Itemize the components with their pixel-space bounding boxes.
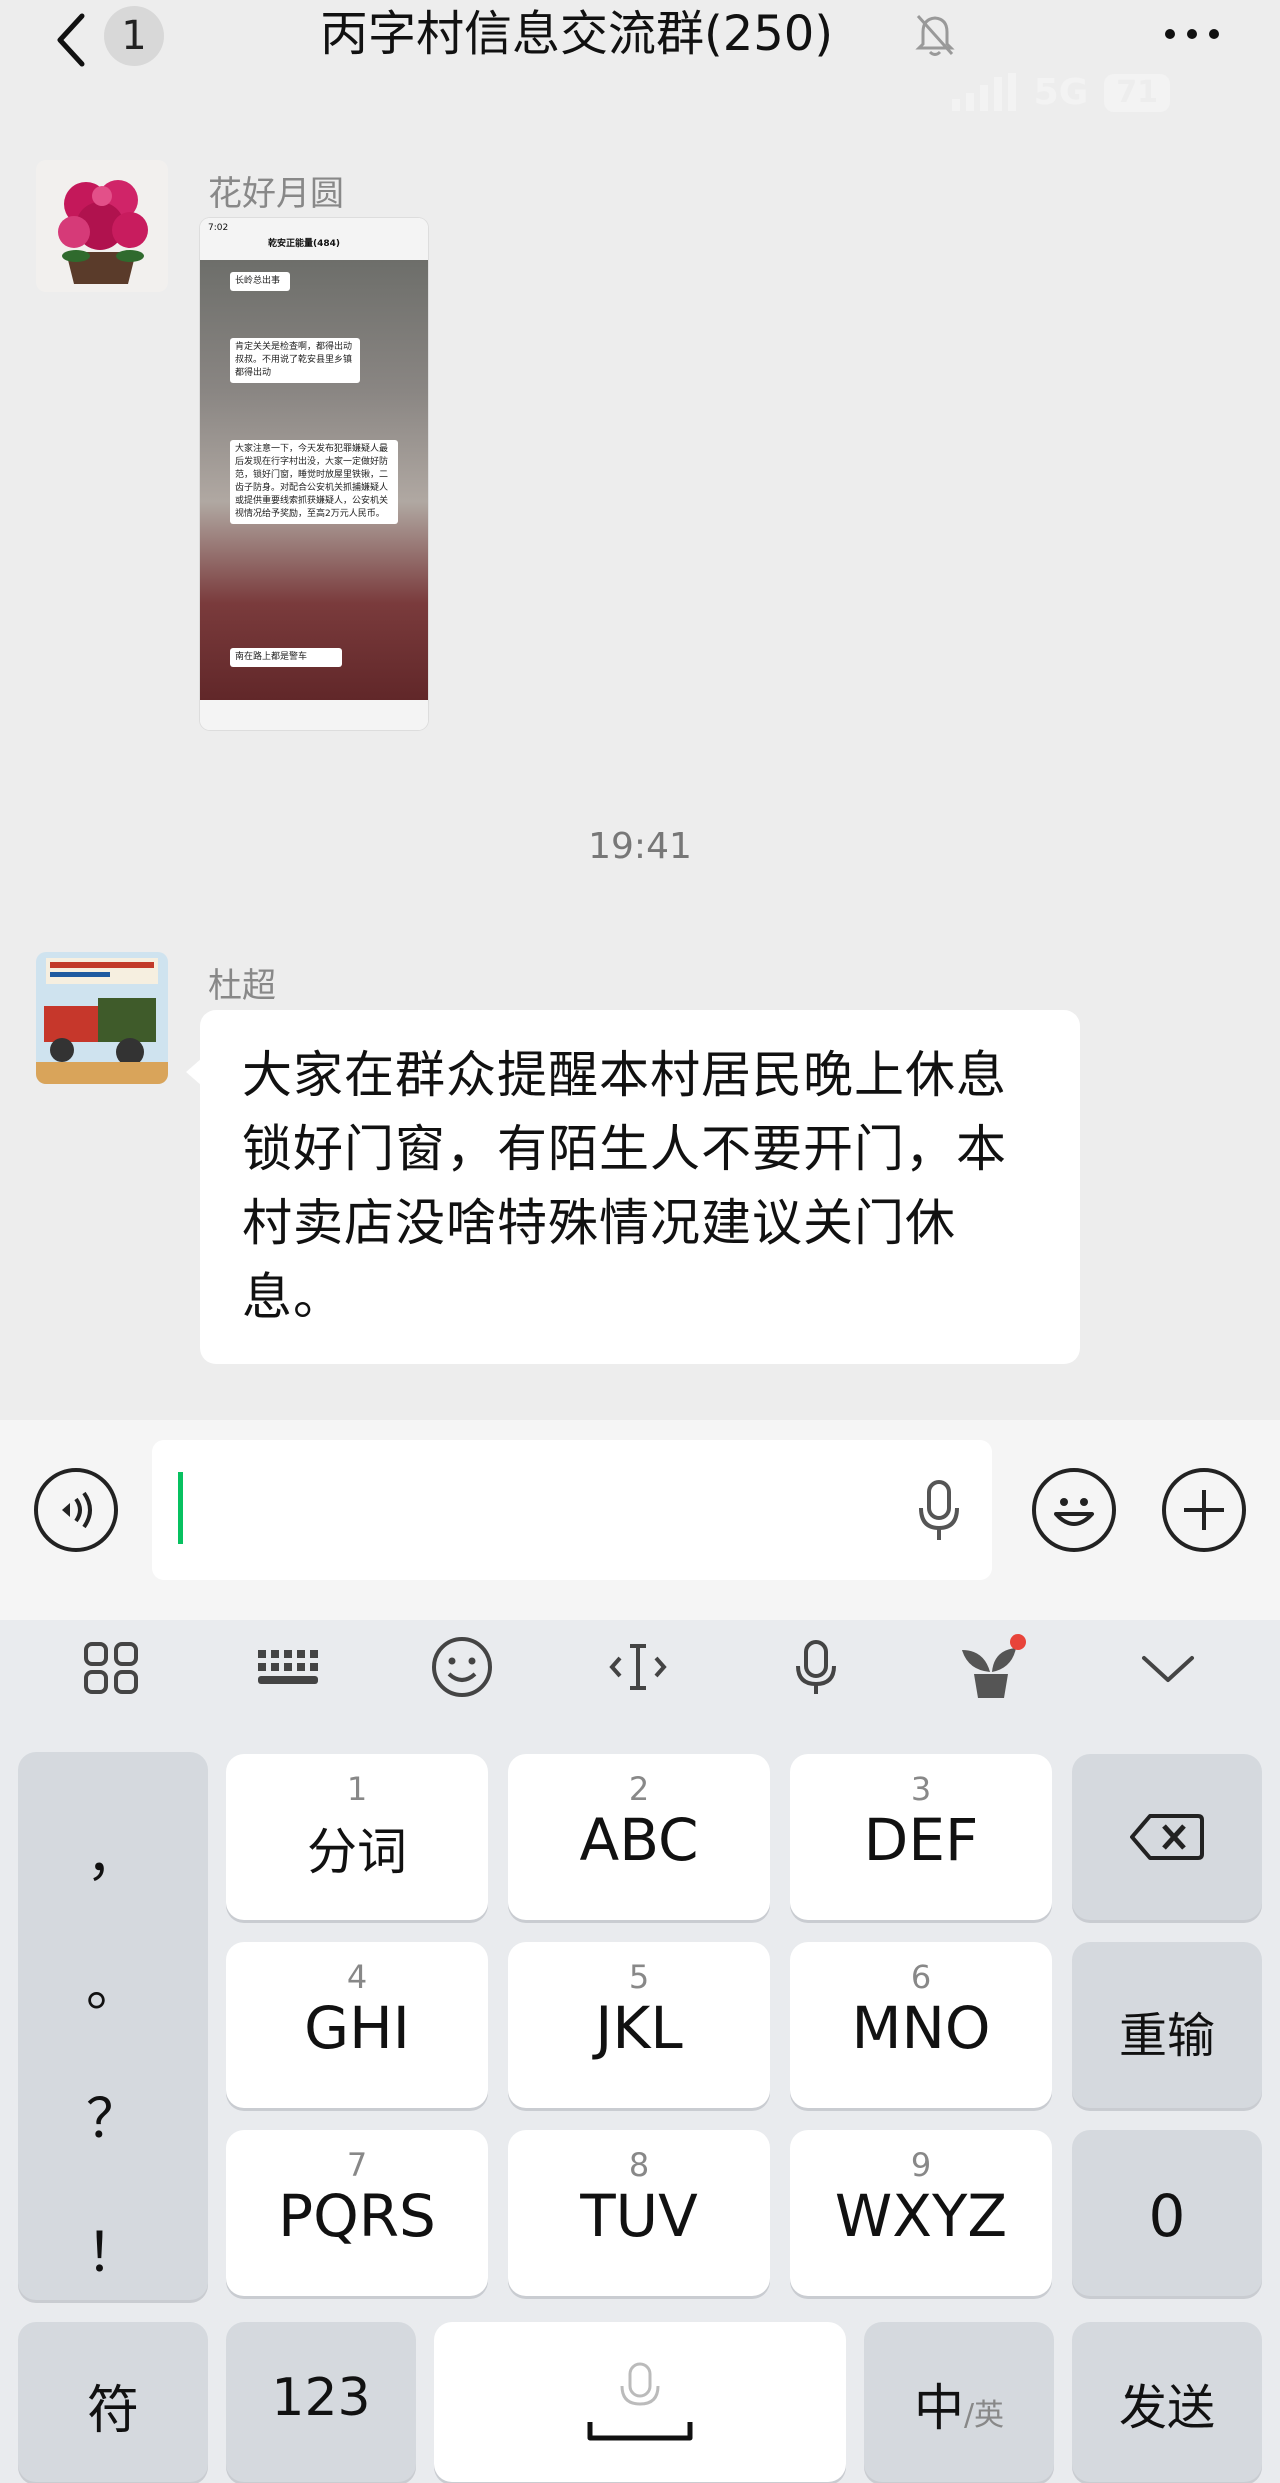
microphone-icon[interactable] bbox=[912, 1478, 966, 1544]
language-label: 中/英 bbox=[864, 2368, 1054, 2440]
key-number: 9 bbox=[910, 2146, 932, 2184]
key-2[interactable]: 2 ABC bbox=[508, 1754, 770, 1920]
voice-toggle-button[interactable] bbox=[34, 1468, 118, 1552]
lang-main: 中 bbox=[913, 2379, 964, 2437]
punctuation-column[interactable]: ， 。 ？ ！ bbox=[18, 1752, 208, 2300]
key-label: WXYZ bbox=[834, 2182, 1008, 2250]
key-8[interactable]: 8 TUV bbox=[508, 2130, 770, 2296]
smiley-icon bbox=[1054, 1498, 1094, 1526]
sender-name: 杜超 bbox=[208, 966, 276, 1006]
retype-key[interactable]: 重输 bbox=[1072, 1942, 1262, 2108]
key-label: PQRS bbox=[278, 2182, 436, 2250]
battery-level: 71 bbox=[1104, 73, 1170, 112]
key-7[interactable]: 7 PQRS bbox=[226, 2130, 488, 2296]
key-number: 8 bbox=[628, 2146, 650, 2184]
send-key[interactable]: 发送 bbox=[1072, 2322, 1262, 2482]
key-6[interactable]: 6 MNO bbox=[790, 1942, 1052, 2108]
key-label: MNO bbox=[851, 1994, 991, 2062]
status-bar: 5G 71 bbox=[950, 72, 1170, 113]
bell-off-icon bbox=[915, 14, 955, 56]
key-label: 发送 bbox=[1118, 2380, 1215, 2436]
thumb-title: 乾安正能量(484) bbox=[268, 239, 341, 249]
key-5[interactable]: 5 JKL bbox=[508, 1942, 770, 2108]
delete-key[interactable] bbox=[1072, 1754, 1262, 1920]
chat-header: 1 丙字村信息交流群(250) 5G 71 bbox=[0, 0, 1280, 140]
key-label: JKL bbox=[595, 1994, 683, 2062]
key-label: DEF bbox=[863, 1806, 979, 1874]
key-number: 3 bbox=[910, 1770, 932, 1808]
grid-icon[interactable] bbox=[80, 1632, 144, 1702]
key-label: ABC bbox=[579, 1806, 699, 1874]
language-key[interactable]: 中/英 bbox=[864, 2322, 1054, 2482]
punct-key[interactable]: ！ bbox=[18, 2208, 208, 2287]
plant-icon[interactable] bbox=[956, 1632, 1028, 1702]
sender-name: 花好月圆 bbox=[208, 174, 344, 214]
thumb-input-bar bbox=[200, 700, 428, 730]
chat-timestamp: 19:41 bbox=[588, 826, 692, 867]
thumb-time: 7:02 bbox=[208, 223, 229, 233]
avatar[interactable] bbox=[36, 160, 168, 292]
punct-key[interactable]: ？ bbox=[18, 2074, 208, 2153]
avatar[interactable] bbox=[36, 952, 168, 1084]
space-key[interactable] bbox=[434, 2322, 846, 2482]
lang-alt: /英 bbox=[963, 2398, 1005, 2433]
flower-avatar-icon bbox=[36, 160, 168, 292]
key-0[interactable]: 0 bbox=[1072, 2130, 1262, 2296]
key-number: 7 bbox=[346, 2146, 368, 2184]
symbol-key[interactable]: 符 bbox=[18, 2322, 208, 2482]
punct-key[interactable]: ， bbox=[18, 1812, 208, 1891]
plus-icon bbox=[1184, 1490, 1224, 1530]
backspace-icon bbox=[1130, 1814, 1204, 1860]
key-9[interactable]: 9 WXYZ bbox=[790, 2130, 1052, 2296]
network-type: 5G bbox=[1033, 72, 1089, 113]
key-label: 0 bbox=[1148, 2182, 1186, 2250]
image-message[interactable]: 7:02 乾安正能量(484) 长岭总出事 肯定关关是检查啊，都得出动叔叔。不用… bbox=[200, 218, 428, 730]
text-message[interactable]: 大家在群众提醒本村居民晚上休息锁好门窗，有陌生人不要开门，本村卖店没啥特殊情况建… bbox=[200, 1010, 1080, 1364]
key-1[interactable]: 1 分词 bbox=[226, 1754, 488, 1920]
key-4[interactable]: 4 GHI bbox=[226, 1942, 488, 2108]
message-input[interactable] bbox=[152, 1440, 992, 1580]
thumb-message: 大家注意一下，今天发布犯罪嫌疑人最后发现在行字村出没，大家一定做好防范，锁好门窗… bbox=[230, 440, 398, 524]
key-number: 4 bbox=[346, 1958, 368, 1996]
signal-icon bbox=[951, 72, 1016, 111]
numbers-key[interactable]: 123 bbox=[226, 2322, 416, 2482]
key-number: 1 bbox=[346, 1770, 368, 1808]
thumb-message: 肯定关关是检查啊，都得出动叔叔。不用说了乾安县里乡镇都得出动 bbox=[230, 338, 360, 383]
keyboard-icon[interactable] bbox=[254, 1632, 324, 1702]
text-caret bbox=[178, 1472, 183, 1544]
punct-key[interactable]: 。 bbox=[18, 1942, 208, 2021]
chat-title: 丙字村信息交流群(250) bbox=[320, 6, 834, 62]
key-3[interactable]: 3 DEF bbox=[790, 1754, 1052, 1920]
key-label: TUV bbox=[580, 2182, 698, 2250]
key-number: 2 bbox=[628, 1770, 650, 1808]
harvester-avatar-icon bbox=[36, 952, 168, 1084]
more-dots-icon[interactable] bbox=[1160, 14, 1224, 54]
voice-wave-icon bbox=[62, 1491, 92, 1529]
emoji-button[interactable] bbox=[1032, 1468, 1116, 1552]
add-button[interactable] bbox=[1162, 1468, 1246, 1552]
back-chevron-icon[interactable] bbox=[48, 8, 96, 72]
microphone-icon[interactable] bbox=[784, 1632, 848, 1702]
emoji-icon[interactable] bbox=[430, 1632, 494, 1702]
cursor-icon[interactable] bbox=[606, 1632, 670, 1702]
key-label: 分词 bbox=[307, 1823, 407, 1881]
chevron-down-icon[interactable] bbox=[1136, 1632, 1200, 1702]
space-mic-icon bbox=[587, 2362, 693, 2441]
thumb-message: 南在路上都是警车 bbox=[230, 648, 342, 667]
thumb-status: 7:02 乾安正能量(484) bbox=[200, 218, 428, 260]
key-number: 6 bbox=[910, 1958, 932, 1996]
key-label: GHI bbox=[304, 1994, 410, 2062]
key-label: 符 bbox=[86, 2381, 139, 2441]
unread-count-badge[interactable]: 1 bbox=[104, 6, 164, 66]
key-label: 重输 bbox=[1118, 2008, 1215, 2064]
key-label: 123 bbox=[271, 2368, 371, 2428]
key-number: 5 bbox=[628, 1958, 650, 1996]
thumb-message: 长岭总出事 bbox=[230, 272, 290, 291]
thumb-chat-body: 长岭总出事 肯定关关是检查啊，都得出动叔叔。不用说了乾安县里乡镇都得出动 大家注… bbox=[200, 260, 428, 700]
